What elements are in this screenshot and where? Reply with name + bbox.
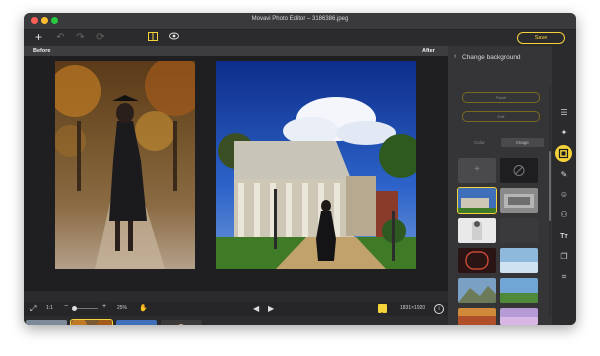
change-background-panel: ‹ Change background Finish Edit Color Im… (448, 46, 552, 325)
background-type-tabs: Color Image (458, 138, 544, 147)
background-thumbnail[interactable] (458, 278, 496, 303)
background-icon (558, 148, 569, 159)
next-image-icon[interactable]: ▶ (268, 304, 274, 313)
finish-button[interactable]: Finish (462, 92, 540, 103)
background-thumbnail[interactable] (500, 308, 538, 325)
add-image-tile[interactable]: + (458, 158, 496, 183)
window-title: Movavi Photo Editor – 3186386.jpeg (251, 16, 349, 22)
before-photo (55, 61, 195, 269)
before-after-bar: Before After (24, 46, 448, 56)
filmstrip-thumbnail[interactable] (161, 320, 202, 325)
no-background-tile[interactable] (500, 158, 538, 183)
background-thumbnail[interactable] (458, 218, 496, 243)
tools-rail: ☰ ✦ ✎ ☺ ⚇ Tт ❐ ⌗ (552, 46, 576, 325)
reset-icon[interactable]: ⟳ (95, 32, 106, 43)
magic-enhance-icon[interactable]: ✦ (559, 128, 569, 138)
add-icon[interactable]: + (33, 31, 44, 43)
sliders-icon[interactable]: ☰ (559, 108, 569, 118)
fit-screen-icon[interactable]: ⤢ (30, 304, 36, 314)
eraser-icon[interactable]: ✎ (559, 170, 569, 180)
face-icon[interactable]: ☺ (559, 190, 569, 200)
app-window: Movavi Photo Editor – 3186386.jpeg + ↶ ↷… (24, 13, 576, 325)
redo-icon[interactable]: ↷ (75, 32, 86, 43)
filmstrip (24, 316, 448, 325)
filmstrip-thumbnail[interactable] (116, 320, 157, 325)
title-bar: Movavi Photo Editor – 3186386.jpeg (24, 13, 576, 30)
chevron-left-icon[interactable]: ‹ (454, 53, 456, 60)
editor-canvas: Before After ⤢ 1:1 − + 25% ✋ ◀ ▶ 1831×19… (24, 46, 448, 325)
layers-icon[interactable]: ⚇ (559, 210, 569, 220)
ratio-label[interactable]: 1:1 (46, 305, 53, 311)
zoom-percent: 25% (117, 305, 128, 311)
before-label: Before (33, 47, 51, 54)
background-thumbnail[interactable] (458, 308, 496, 325)
info-icon[interactable]: i (434, 304, 444, 314)
edit-button[interactable]: Edit (462, 111, 540, 122)
zoom-slider-handle[interactable] (72, 306, 77, 311)
background-thumbnail[interactable] (500, 188, 538, 213)
after-label: After (422, 47, 435, 54)
filmstrip-thumbnail[interactable] (26, 320, 67, 325)
panel-title: Change background (462, 54, 521, 61)
zoom-slider[interactable] (72, 306, 98, 311)
background-thumbnail[interactable] (457, 187, 497, 214)
background-thumbnail[interactable] (500, 218, 538, 243)
tab-image[interactable]: Image (501, 138, 544, 147)
compare-split-icon[interactable] (147, 32, 158, 43)
background-tool-button[interactable] (555, 145, 572, 162)
previous-image-icon[interactable]: ◀ (253, 304, 259, 313)
image-info-icon[interactable] (378, 304, 387, 315)
undo-icon[interactable]: ↶ (55, 32, 66, 43)
background-thumbnail[interactable] (500, 248, 538, 273)
overlay-icon[interactable]: ❐ (559, 252, 569, 262)
background-thumbnail[interactable] (458, 248, 496, 273)
text-icon[interactable]: Tт (559, 232, 569, 242)
filmstrip-thumbnail[interactable] (70, 319, 113, 325)
background-thumbnail[interactable] (500, 278, 538, 303)
plus-icon: + (474, 164, 480, 175)
after-photo (216, 61, 416, 269)
hand-tool-icon[interactable]: ✋ (139, 304, 148, 312)
tab-color[interactable]: Color (458, 138, 501, 147)
zoom-out-icon[interactable]: − (64, 303, 68, 310)
crop-icon[interactable]: ⌗ (559, 272, 569, 282)
zoom-in-icon[interactable]: + (102, 303, 106, 310)
panel-scrollbar-thumb[interactable] (549, 151, 551, 221)
preview-eye-icon[interactable] (168, 32, 179, 43)
image-dimensions: 1831×1920 (400, 305, 426, 311)
save-button[interactable]: Save (517, 32, 565, 44)
toolbar: + ↶ ↷ ⟳ Save (24, 30, 576, 46)
canvas-bottom-bar: ⤢ 1:1 − + 25% ✋ ◀ ▶ 1831×1920 i (24, 302, 448, 316)
